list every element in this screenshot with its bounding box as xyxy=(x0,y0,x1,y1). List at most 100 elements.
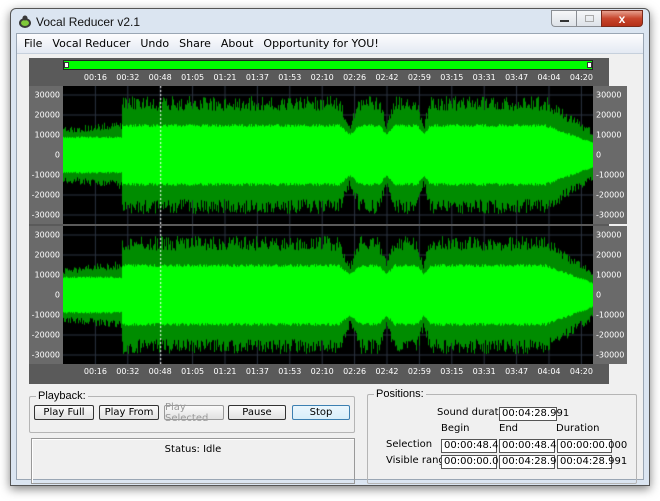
close-icon: x xyxy=(618,11,626,26)
amplitude-tick-label: -20000 xyxy=(31,190,60,200)
time-ruler-top: 00:16 00:32 00:48 01:05 01:21 01:37 01:53 02:10… xyxy=(63,72,593,86)
time-tick-label: 02:26 xyxy=(343,73,367,82)
amplitude-tick-label: -10000 xyxy=(596,310,625,320)
time-tick-label: 03:47 xyxy=(505,367,529,376)
amplitude-axis-left-ch1: 30000 20000 10000 0 -10000 -20000 -30000 xyxy=(29,86,63,224)
menu-bar: File Vocal Reducer Undo Share About Oppo… xyxy=(17,34,643,54)
time-tick-label: 02:10 xyxy=(310,367,334,376)
menu-opportunity[interactable]: Opportunity for YOU! xyxy=(258,37,383,50)
time-tick-label: 03:15 xyxy=(440,367,464,376)
time-tick-label: 02:26 xyxy=(343,367,367,376)
time-tick-label: 02:59 xyxy=(407,73,431,82)
visible-begin-field[interactable]: 00:00:00.000 xyxy=(441,455,511,469)
amplitude-tick-label: 20000 xyxy=(596,250,622,260)
amplitude-tick-label: -10000 xyxy=(31,170,60,180)
maximize-button[interactable] xyxy=(576,10,601,27)
menu-undo[interactable]: Undo xyxy=(135,37,174,50)
time-tick-label: 02:42 xyxy=(375,367,399,376)
col-header-end: End xyxy=(499,423,519,434)
amplitude-tick-label: 10000 xyxy=(34,130,60,140)
time-tick-label: 00:16 xyxy=(83,73,107,82)
time-tick-label: 01:05 xyxy=(181,367,205,376)
play-full-button[interactable]: Play Full xyxy=(34,405,94,420)
time-tick-label: 00:16 xyxy=(83,367,107,376)
title-bar[interactable]: Vocal Reducer v2.1 x xyxy=(11,9,649,33)
amplitude-tick-label: -30000 xyxy=(596,210,625,220)
amplitude-tick-label: 30000 xyxy=(34,90,60,100)
time-tick-label: 03:31 xyxy=(472,367,496,376)
time-tick-label: 01:37 xyxy=(245,367,269,376)
waveform-channel-1[interactable] xyxy=(63,86,593,224)
stop-button[interactable]: Stop xyxy=(292,405,350,420)
amplitude-tick-label: 0 xyxy=(596,150,602,160)
maximize-icon xyxy=(584,15,594,22)
amplitude-tick-label: 30000 xyxy=(596,90,622,100)
amplitude-axis-right-ch1: 30000 20000 10000 0 -10000 -20000 -30000 xyxy=(593,86,627,224)
selection-duration-field[interactable]: 00:00:00.000 xyxy=(557,439,627,453)
menu-vocal-reducer[interactable]: Vocal Reducer xyxy=(47,37,135,50)
col-header-begin: Begin xyxy=(441,423,470,434)
pause-button[interactable]: Pause xyxy=(228,405,286,420)
sound-duration-field: 00:04:28.991 xyxy=(499,407,569,421)
amplitude-tick-label: -20000 xyxy=(31,330,60,340)
amplitude-tick-label: 0 xyxy=(596,290,602,300)
time-tick-label: 04:04 xyxy=(537,367,561,376)
amplitude-tick-label: -30000 xyxy=(596,350,625,360)
time-tick-label: 04:04 xyxy=(537,73,561,82)
amplitude-tick-label: 0 xyxy=(54,290,60,300)
status-text: Status: Idle xyxy=(164,444,222,455)
time-tick-label: 00:48 xyxy=(148,367,172,376)
menu-file[interactable]: File xyxy=(19,37,47,50)
play-from-button[interactable]: Play From xyxy=(99,405,159,420)
selection-end-field[interactable]: 00:00:48.426 xyxy=(499,439,569,453)
waveform-panel: 00:16 00:32 00:48 01:05 01:21 01:37 01:53 02:10… xyxy=(29,58,627,384)
positions-group: Positions: Sound duration 00:04:28.991 B… xyxy=(367,388,637,484)
time-tick-label: 01:21 xyxy=(213,367,237,376)
amplitude-tick-label: -10000 xyxy=(31,310,60,320)
minimize-icon xyxy=(559,20,569,22)
time-tick-label: 04:20 xyxy=(569,73,593,82)
amplitude-tick-label: -10000 xyxy=(596,170,625,180)
time-tick-label: 04:20 xyxy=(569,367,593,376)
selection-begin-field[interactable]: 00:00:48.426 xyxy=(441,439,511,453)
visible-end-field[interactable]: 00:04:28.991 xyxy=(499,455,569,469)
playback-label: Playback: xyxy=(36,390,88,402)
menu-share[interactable]: Share xyxy=(174,37,216,50)
amplitude-tick-label: 10000 xyxy=(596,270,622,280)
status-panel: Status: Idle xyxy=(31,438,355,484)
time-tick-label: 03:15 xyxy=(440,73,464,82)
time-ruler-bottom: 00:16 00:32 00:48 01:05 01:21 01:37 01:53 02:10… xyxy=(63,366,593,380)
menu-about[interactable]: About xyxy=(216,37,259,50)
time-tick-label: 03:31 xyxy=(472,73,496,82)
amplitude-tick-label: -20000 xyxy=(596,330,625,340)
amplitude-tick-label: -30000 xyxy=(31,210,60,220)
client-area: File Vocal Reducer Undo Share About Oppo… xyxy=(16,33,644,484)
scroll-handle-left[interactable] xyxy=(64,62,69,68)
time-tick-label: 01:37 xyxy=(245,73,269,82)
time-tick-label: 00:32 xyxy=(116,73,140,82)
amplitude-axis-left-ch2: 30000 20000 10000 0 -10000 -20000 -30000 xyxy=(29,226,63,364)
scroll-handle-right[interactable] xyxy=(587,62,592,68)
amplitude-tick-label: -20000 xyxy=(596,190,625,200)
app-window: Vocal Reducer v2.1 x File Vocal Reducer … xyxy=(10,8,650,486)
close-button[interactable]: x xyxy=(601,10,643,27)
time-tick-label: 01:53 xyxy=(278,73,302,82)
time-tick-label: 01:21 xyxy=(213,73,237,82)
playback-group: Playback: Play Full Play From Play Selec… xyxy=(29,390,355,433)
amplitude-tick-label: 20000 xyxy=(34,250,60,260)
waveform-channel-2[interactable] xyxy=(63,226,593,364)
zoom-scrollbar[interactable] xyxy=(63,60,593,70)
time-tick-label: 00:32 xyxy=(116,367,140,376)
play-selected-button[interactable]: Play Selected xyxy=(164,402,224,424)
app-icon xyxy=(19,15,31,28)
amplitude-tick-label: 10000 xyxy=(34,270,60,280)
amplitude-tick-label: 10000 xyxy=(596,130,622,140)
time-tick-label: 03:47 xyxy=(505,73,529,82)
time-tick-label: 02:42 xyxy=(375,73,399,82)
amplitude-axis-right-ch2: 30000 20000 10000 0 -10000 -20000 -30000 xyxy=(593,226,627,364)
minimize-button[interactable] xyxy=(551,10,576,27)
time-tick-label: 01:05 xyxy=(181,73,205,82)
amplitude-tick-label: 30000 xyxy=(34,230,60,240)
visible-duration-field[interactable]: 00:04:28.991 xyxy=(557,455,627,469)
col-header-duration: Duration xyxy=(556,423,600,434)
